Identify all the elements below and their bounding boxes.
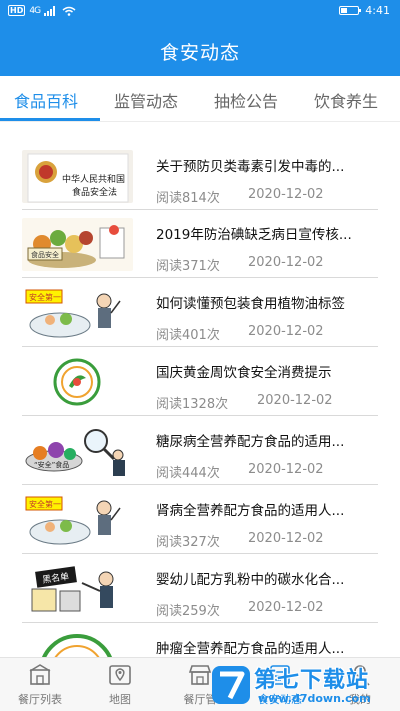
battery-icon [339,6,362,15]
nav-map[interactable]: 地图 [80,658,160,711]
publish-date: 2020-12-02 [248,531,324,546]
safe-food-label: “安全”食品 [34,460,69,469]
list-item[interactable]: 国庆黄金周饮食安全消费提示 阅读1328次 2020-12-02 [22,347,378,416]
news-title: 关于预防贝类毒素引发中毒的... [156,159,345,175]
hd-indicator: HD [8,5,26,16]
list-item[interactable]: 肿瘤全营养配方食品的适用人... [22,623,378,657]
app-screen: HD 4G 4:41 食安动态 食品百科 监管动态 抽检公告 饮食养生 中华人民… [0,0,400,711]
wifi-icon [62,6,76,16]
tab-inspection-notices[interactable]: 抽检公告 [214,88,278,112]
news-title: 如何读懂预包装食用植物油标签 [156,296,345,312]
map-pin-icon [109,665,131,685]
watermark-title: 第七下载站 [254,668,370,693]
law-book-line1: 中华人民共和国 [62,173,125,185]
status-bar: HD 4G 4:41 [0,0,400,24]
food-safety-sign: 食品安全 [31,250,59,259]
list-item[interactable]: 安全第一 如何读懂预包装食用植物油标签 阅读401次 2020-12-02 [22,278,378,347]
clock: 4:41 [365,4,390,17]
publish-date: 2020-12-02 [248,187,324,202]
nav-label: 餐厅列表 [18,693,62,706]
list-item[interactable]: 食品安全 2019年防治碘缺乏病日宣传核... 阅读371次 2020-12-0… [22,209,378,278]
top-bar: HD 4G 4:41 食安动态 [0,0,400,76]
news-thumbnail: “安全”食品 [22,425,133,478]
nav-label: 地图 [109,693,131,706]
list-item[interactable]: 安全第一 肾病全营养配方食品的适用人... 阅读327次 2020-12-02 [22,485,378,554]
publish-date: 2020-12-02 [248,324,324,339]
watermark-logo-icon [212,666,250,704]
news-title: 国庆黄金周饮食安全消费提示 [156,365,332,381]
safety-first-label: 安全第一 [29,292,61,302]
view-count: 阅读814次 [156,191,220,206]
tab-diet-health[interactable]: 饮食养生 [314,88,378,112]
news-thumbnail: 食品安全 [22,218,133,271]
view-count: 阅读327次 [156,535,220,550]
news-thumbnail [22,356,133,409]
news-title: 糖尿病全营养配方食品的适用... [156,434,345,450]
publish-date: 2020-12-02 [257,393,333,408]
news-thumbnail: 中华人民共和国 食品安全法 [22,150,133,203]
view-count: 阅读401次 [156,328,220,343]
news-thumbnail: 黑名单 [22,563,133,616]
news-title: 婴幼儿配方乳粉中的碳水化合... [156,572,345,588]
publish-date: 2020-12-02 [248,255,324,270]
network-indicator: 4G [29,5,41,16]
news-title: 肿瘤全营养配方食品的适用人... [156,641,345,657]
news-list[interactable]: 中华人民共和国 食品安全法 关于预防贝类毒素引发中毒的... 阅读814次 20… [0,123,400,657]
view-count: 阅读371次 [156,259,220,274]
publish-date: 2020-12-02 [248,600,324,615]
news-title: 2019年防治碘缺乏病日宣传核... [156,227,352,243]
news-thumbnail: 安全第一 [22,494,133,547]
view-count: 阅读444次 [156,466,220,481]
list-item[interactable]: “安全”食品 糖尿病全营养配方食品的适用... 阅读444次 2020-12-0… [22,416,378,485]
building-icon [29,664,51,685]
page-title: 食安动态 [159,42,240,64]
news-thumbnail [22,632,133,657]
list-item[interactable]: 中华人民共和国 食品安全法 关于预防贝类毒素引发中毒的... 阅读814次 20… [22,141,378,210]
active-tab-indicator [0,118,100,121]
watermark-url: www.d7down.com [258,692,371,705]
list-item[interactable]: 黑名单 婴幼儿配方乳粉中的碳水化合... 阅读259次 2020-12-02 [22,554,378,623]
news-thumbnail: 安全第一 [22,287,133,340]
watermark: 第七下载站 www.d7down.com [210,660,400,711]
publish-date: 2020-12-02 [248,462,324,477]
news-title: 肾病全营养配方食品的适用人... [156,503,345,519]
tab-regulatory-news[interactable]: 监管动态 [114,88,178,112]
law-book-line2: 食品安全法 [72,186,117,198]
nav-restaurant-list[interactable]: 餐厅列表 [0,658,80,711]
view-count: 阅读1328次 [156,397,229,412]
category-tabs: 食品百科 监管动态 抽检公告 饮食养生 [0,76,400,122]
tab-food-encyclopedia[interactable]: 食品百科 [14,88,78,112]
signal-icon [44,5,56,16]
view-count: 阅读259次 [156,604,220,619]
safety-first-label: 安全第一 [29,499,61,509]
store-icon [188,665,212,685]
